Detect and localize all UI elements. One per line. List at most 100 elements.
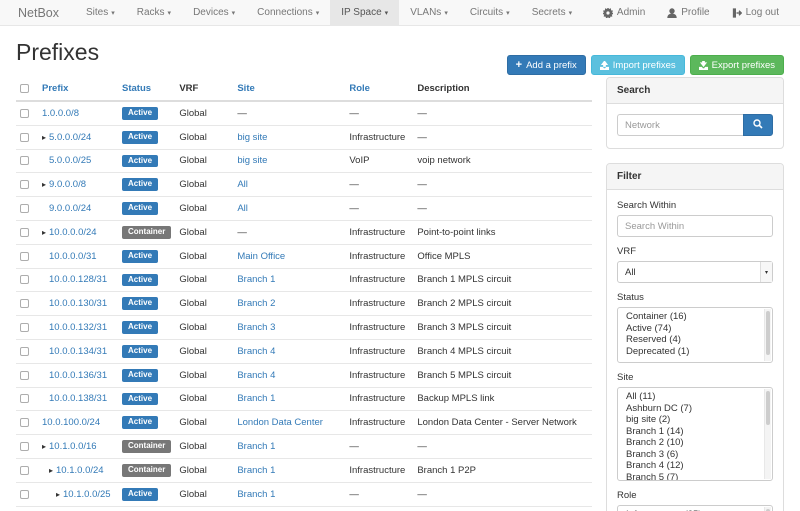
row-checkbox[interactable] [20,156,29,165]
site-option[interactable]: Branch 5 (7) [618,472,772,482]
site-link[interactable]: Main Office [237,251,285,262]
prefix-link[interactable]: 5.0.0.0/25 [49,155,91,166]
site-link[interactable]: Branch 2 [237,298,275,309]
nav-item-log-out[interactable]: Log out [721,0,790,25]
search-within-input[interactable] [617,215,773,237]
prefix-list-region: PrefixStatusVRFSiteRoleDescription 1.0.0… [16,77,592,511]
row-checkbox[interactable] [20,418,29,427]
prefix-link[interactable]: 10.0.0.130/31 [49,298,107,309]
site-link[interactable]: Branch 1 [237,274,275,285]
site-link[interactable]: Branch 1 [237,465,275,476]
row-checkbox[interactable] [20,180,29,189]
site-link[interactable]: Branch 4 [237,346,275,357]
sort-link-role[interactable]: Role [349,83,370,94]
site-option[interactable]: Branch 2 (10) [618,437,772,449]
prefix-link[interactable]: 10.0.0.132/31 [49,322,107,333]
row-checkbox[interactable] [20,371,29,380]
description-cell: Branch 5 MPLS circuit [417,370,511,381]
nav-item-profile[interactable]: Profile [656,0,720,25]
role-scrollbar[interactable] [764,507,771,511]
prefix-link[interactable]: 10.0.0.0/31 [49,251,97,262]
prefix-link[interactable]: 10.0.100.0/24 [42,417,100,428]
status-listbox[interactable]: Container (16)Active (74)Reserved (4)Dep… [617,307,773,363]
row-checkbox[interactable] [20,394,29,403]
row-checkbox[interactable] [20,299,29,308]
row-checkbox[interactable] [20,109,29,118]
site-link[interactable]: London Data Center [237,417,323,428]
row-checkbox[interactable] [20,347,29,356]
site-option[interactable]: All (11) [618,391,772,403]
site-link[interactable]: Branch 3 [237,322,275,333]
role-listbox[interactable]: Infrastructure (25)Management (8)Private… [617,505,773,511]
row-checkbox[interactable] [20,228,29,237]
prefix-link[interactable]: 10.1.0.0/25 [63,489,111,500]
nav-item-ip-space[interactable]: IP Space▾ [330,0,399,25]
prefix-link[interactable]: 1.0.0.0/8 [42,108,79,119]
site-link[interactable]: Branch 1 [237,489,275,500]
search-input[interactable] [617,114,743,136]
nav-item-devices[interactable]: Devices▾ [182,0,246,25]
nav-item-admin[interactable]: Admin [592,0,656,25]
prefix-link[interactable]: 10.1.0.0/24 [56,465,104,476]
prefix-link[interactable]: 5.0.0.0/24 [49,132,91,143]
vrf-cell: Global [175,387,233,411]
chevron-down-icon: ▾ [444,10,448,17]
row-checkbox[interactable] [20,133,29,142]
row-checkbox[interactable] [20,275,29,284]
prefix-link[interactable]: 9.0.0.0/24 [49,203,91,214]
status-scrollbar[interactable] [764,309,771,361]
site-option[interactable]: Ashburn DC (7) [618,403,772,415]
status-option[interactable]: Reserved (4) [618,334,772,346]
prefix-link[interactable]: 10.1.0.0/16 [49,441,97,452]
prefix-link[interactable]: 10.0.0.138/31 [49,393,107,404]
site-option[interactable]: Branch 1 (14) [618,426,772,438]
site-option[interactable]: big site (2) [618,414,772,426]
status-badge: Active [122,155,158,168]
search-button[interactable] [743,114,773,136]
app-brand[interactable]: NetBox [0,0,75,25]
nav-item-secrets[interactable]: Secrets▾ [521,0,583,25]
sort-link-prefix[interactable]: Prefix [42,83,68,94]
status-option[interactable]: Active (74) [618,323,772,335]
column-header-site: Site [233,77,345,101]
prefix-link[interactable]: 10.0.0.128/31 [49,274,107,285]
prefix-link[interactable]: 9.0.0.0/8 [49,179,86,190]
vrf-cell: Global [175,411,233,435]
nav-item-vlans[interactable]: VLANs▾ [399,0,459,25]
site-option[interactable]: Branch 4 (12) [618,460,772,472]
row-checkbox[interactable] [20,442,29,451]
nav-item-connections[interactable]: Connections▾ [246,0,330,25]
row-checkbox[interactable] [20,323,29,332]
row-checkbox[interactable] [20,204,29,213]
description-cell: Point-to-point links [417,227,495,238]
export-prefixes-button[interactable]: Export prefixes [690,55,784,75]
status-option[interactable]: Container (16) [618,311,772,323]
site-option[interactable]: Branch 3 (6) [618,449,772,461]
add-prefix-button[interactable]: + Add a prefix [507,55,586,75]
row-checkbox[interactable] [20,466,29,475]
site-link[interactable]: Branch 1 [237,393,275,404]
site-link[interactable]: All [237,203,248,214]
sort-link-site[interactable]: Site [237,83,254,94]
site-link[interactable]: Branch 1 [237,441,275,452]
import-prefixes-button[interactable]: Import prefixes [591,55,685,75]
site-scrollbar[interactable] [764,389,771,479]
site-link[interactable]: big site [237,155,267,166]
vrf-select[interactable]: All ▾ [617,261,773,283]
sort-link-status[interactable]: Status [122,83,151,94]
site-link[interactable]: All [237,179,248,190]
select-all-checkbox[interactable] [20,84,29,93]
row-checkbox[interactable] [20,490,29,499]
nav-item-circuits[interactable]: Circuits▾ [459,0,521,25]
status-badge: Active [122,131,158,144]
prefix-link[interactable]: 10.0.0.136/31 [49,370,107,381]
site-link[interactable]: Branch 4 [237,370,275,381]
prefix-link[interactable]: 10.0.0.134/31 [49,346,107,357]
nav-item-sites[interactable]: Sites▾ [75,0,126,25]
site-link[interactable]: big site [237,132,267,143]
status-option[interactable]: Deprecated (1) [618,346,772,358]
nav-item-racks[interactable]: Racks▾ [126,0,182,25]
row-checkbox[interactable] [20,252,29,261]
prefix-link[interactable]: 10.0.0.0/24 [49,227,97,238]
site-listbox[interactable]: All (11)Ashburn DC (7)big site (2)Branch… [617,387,773,481]
